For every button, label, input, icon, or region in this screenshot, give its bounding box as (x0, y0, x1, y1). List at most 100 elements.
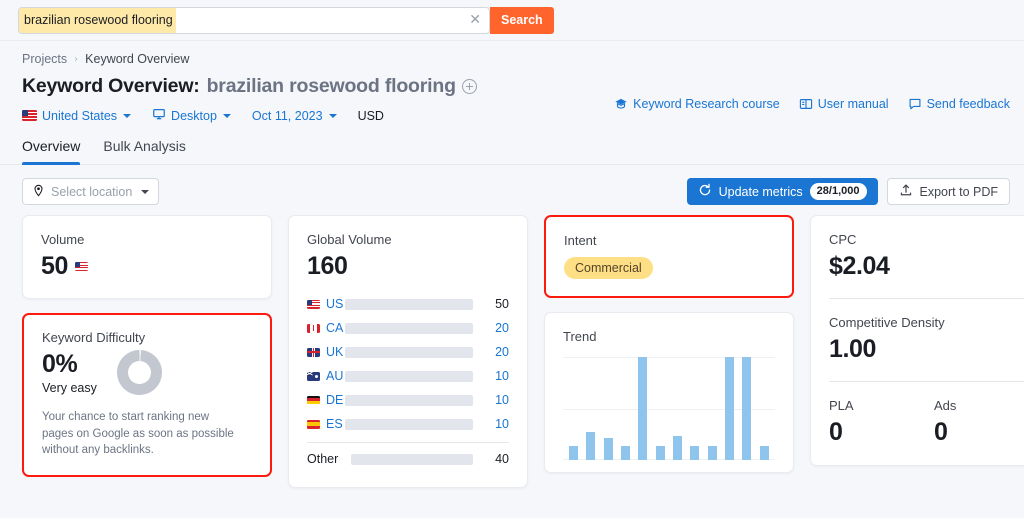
header-links: Keyword Research course User manual Send… (614, 97, 1010, 111)
keyword-difficulty-rating: Very easy (42, 381, 97, 395)
list-item[interactable]: CA 20 (307, 316, 509, 340)
close-icon[interactable]: ✕ (461, 13, 489, 27)
refresh-icon (698, 183, 712, 200)
toolbar-actions: Update metrics 28/1,000 Export to PDF (686, 178, 1010, 205)
book-icon (799, 97, 813, 111)
list-item[interactable]: AU 10 (307, 364, 509, 388)
country-code: AU (326, 369, 344, 383)
message-icon (908, 97, 922, 111)
search-button[interactable]: Search (490, 6, 554, 34)
bar-column (721, 357, 738, 460)
de-flag-icon (307, 395, 320, 405)
tab-bulk-analysis[interactable]: Bulk Analysis (103, 138, 185, 164)
volume-number: 50 (495, 297, 509, 311)
monitor-icon (152, 107, 166, 124)
bar-column (652, 357, 669, 460)
bar (742, 357, 752, 460)
volume-number: 10 (495, 417, 509, 431)
update-metrics-label: Update metrics (718, 184, 803, 199)
cpc-metrics-card: CPC $2.04 Competitive Density 1.00 PLA 0… (810, 215, 1024, 466)
global-volume-value: 160 (307, 252, 348, 280)
global-volume-card: Global Volume 160 US 50 CA 20 UK 20 AU 1… (288, 215, 528, 488)
page-title-keyword: brazilian rosewood flooring (206, 75, 456, 97)
bar (586, 432, 596, 460)
trend-card: Trend (544, 312, 794, 473)
bar-track (345, 394, 473, 406)
pla-metric: PLA 0 (829, 398, 934, 447)
trend-label: Trend (563, 329, 597, 344)
competitive-density-value: 1.00 (829, 335, 877, 363)
bar (725, 357, 735, 460)
page-header: Projects › Keyword Overview Keyword Rese… (0, 41, 1024, 124)
au-flag-icon (307, 371, 320, 381)
export-to-pdf-button[interactable]: Export to PDF (886, 178, 1010, 205)
date-filter-label: Oct 11, 2023 (251, 108, 323, 123)
country-code: US (326, 297, 344, 311)
bar-column (669, 357, 686, 460)
us-flag-icon (307, 299, 320, 309)
divider (829, 381, 1024, 382)
user-manual-link[interactable]: User manual (799, 97, 889, 111)
intent-card: Intent Commercial (544, 215, 794, 298)
country-cell: DE (307, 393, 345, 407)
bar (707, 445, 717, 460)
divider (307, 442, 509, 443)
volume-number: 20 (495, 321, 509, 335)
volume-number: 10 (495, 393, 509, 407)
update-metrics-count: 28/1,000 (809, 182, 867, 201)
us-flag-icon (22, 110, 37, 121)
volume-value: 50 (41, 252, 69, 280)
bar-column (738, 357, 755, 460)
select-location-label: Select location (51, 184, 133, 199)
plus-circle-icon[interactable] (461, 79, 477, 94)
status-badge[interactable]: Commercial (564, 257, 653, 279)
breadcrumb: Projects › Keyword Overview (22, 52, 1006, 66)
list-item[interactable]: ES 10 (307, 412, 509, 436)
keyword-difficulty-note: Your chance to start ranking new pages o… (42, 411, 234, 457)
ads-metric: Ads 0 (934, 398, 1024, 447)
metrics-grid: Volume 50 Keyword Difficulty 0% Very eas… (0, 205, 1024, 488)
device-filter[interactable]: Desktop (152, 107, 231, 124)
upload-icon (899, 183, 913, 200)
country-code: ES (326, 417, 343, 431)
page-title: Keyword Overview: brazilian rosewood flo… (22, 75, 1006, 98)
column-intent-trend: Intent Commercial Trend (544, 215, 794, 473)
bar (673, 436, 683, 460)
bar-column (704, 357, 721, 460)
uk-flag-icon (307, 347, 320, 357)
list-item[interactable]: UK 20 (307, 340, 509, 364)
graduation-cap-icon (614, 97, 628, 111)
keyword-research-course-label: Keyword Research course (633, 97, 780, 111)
breadcrumb-projects[interactable]: Projects (22, 52, 67, 66)
keyword-overview-page: brazilian rosewood flooring ✕ Search Pro… (0, 0, 1024, 518)
select-location-dropdown[interactable]: Select location (22, 178, 160, 205)
list-item[interactable]: DE 10 (307, 388, 509, 412)
bar-column (600, 357, 617, 460)
bar-column (686, 357, 703, 460)
bar-track (345, 346, 473, 358)
country-code: DE (326, 393, 344, 407)
bar (603, 438, 613, 460)
bar-track (345, 298, 473, 310)
keyword-research-course-link[interactable]: Keyword Research course (614, 97, 780, 111)
pla-value: 0 (829, 418, 843, 446)
list-item[interactable]: US 50 (307, 292, 509, 316)
send-feedback-link[interactable]: Send feedback (908, 97, 1010, 111)
intent-label: Intent (564, 233, 597, 248)
update-metrics-button[interactable]: Update metrics 28/1,000 (686, 178, 878, 205)
map-pin-icon (32, 184, 45, 200)
trend-bar-chart (563, 357, 775, 460)
country-filter[interactable]: United States (22, 109, 132, 123)
search-input-value[interactable]: brazilian rosewood flooring (19, 7, 176, 33)
ads-value: 0 (934, 418, 948, 446)
search-input[interactable]: brazilian rosewood flooring ✕ (18, 6, 490, 34)
tab-overview[interactable]: Overview (22, 138, 81, 165)
bar-column (582, 357, 599, 460)
country-cell: AU (307, 369, 345, 383)
bar-track (351, 453, 473, 465)
keyword-difficulty-value: 0% (42, 350, 78, 378)
keyword-difficulty-card: Keyword Difficulty 0% Very easy Your cha… (22, 313, 272, 478)
bar-column (617, 357, 634, 460)
bar (621, 445, 631, 460)
date-filter[interactable]: Oct 11, 2023 (252, 109, 337, 123)
